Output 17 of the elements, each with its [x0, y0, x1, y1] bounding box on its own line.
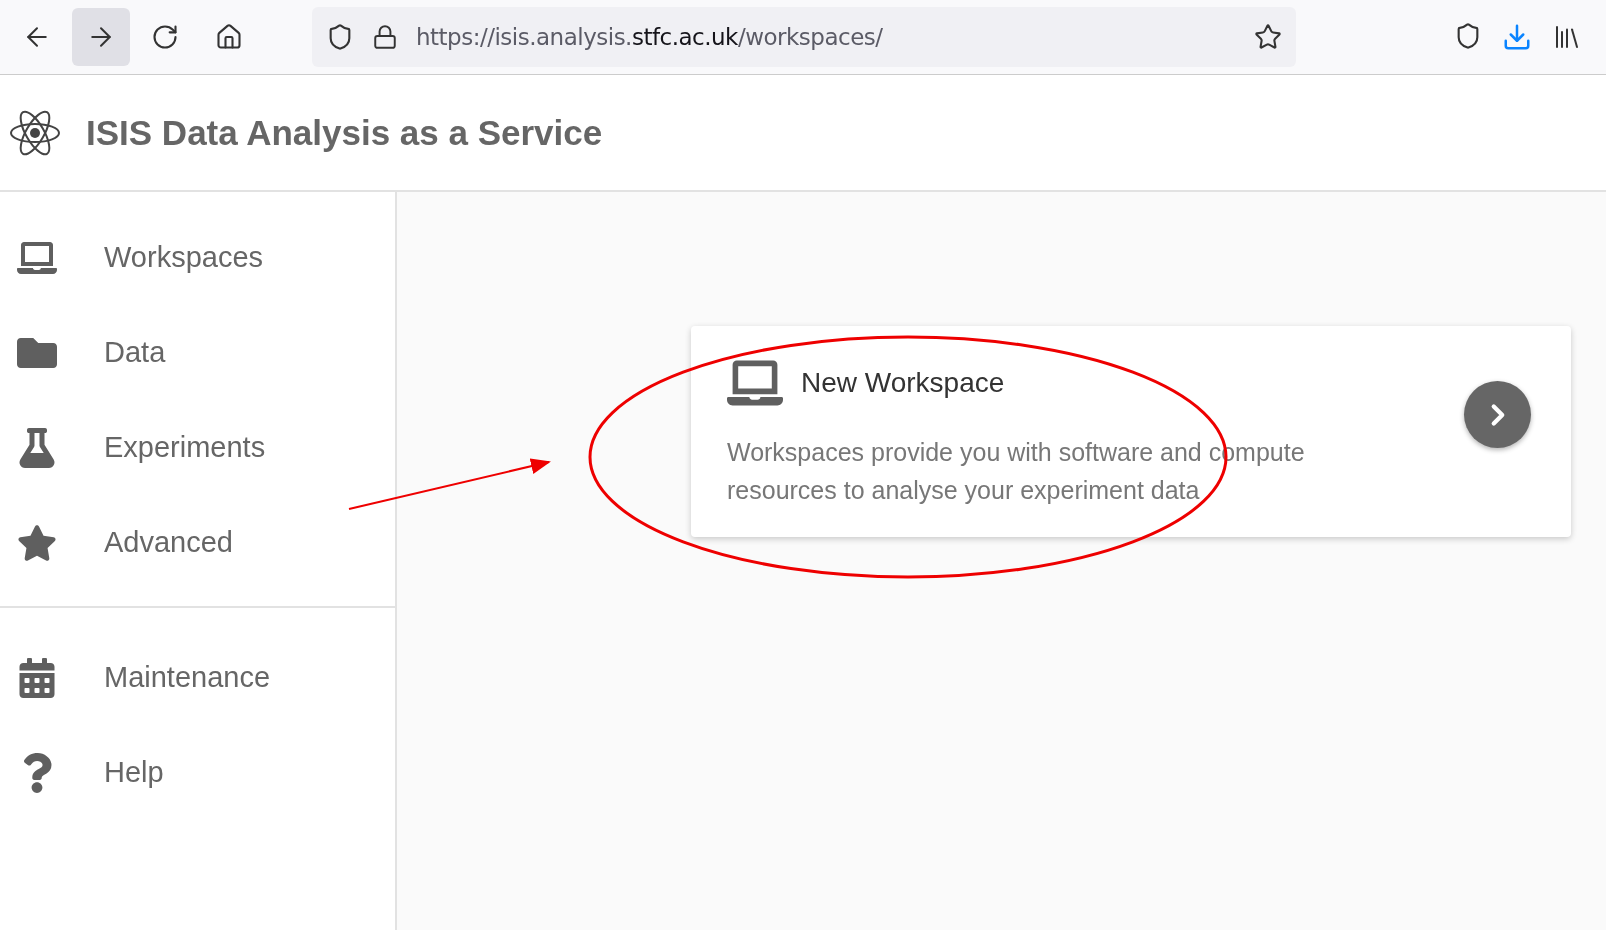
sidebar-item[interactable]: Workspaces [0, 210, 395, 305]
sidebar-item[interactable]: Data [0, 305, 395, 400]
url-text: https://isis.analysis.stfc.ac.uk/workspaces/ [416, 24, 884, 50]
reload-icon [151, 23, 179, 51]
card-title: New Workspace [801, 366, 1005, 399]
address-bar[interactable]: https://isis.analysis.stfc.ac.uk/workspaces/ [312, 7, 1296, 67]
sidebar-item[interactable]: Help [0, 725, 395, 820]
home-icon [215, 23, 243, 51]
bookmark-star-icon[interactable] [1254, 23, 1282, 51]
forward-button[interactable] [72, 8, 130, 66]
sidebar-item[interactable]: Experiments [0, 400, 395, 495]
sidebar-item[interactable]: Advanced [0, 495, 395, 590]
app-title: ISIS Data Analysis as a Service [86, 112, 603, 153]
sidebar-item[interactable]: Maintenance [0, 630, 395, 725]
download-icon[interactable] [1502, 22, 1532, 52]
next-button[interactable] [1464, 381, 1531, 448]
lock-icon [372, 24, 398, 50]
